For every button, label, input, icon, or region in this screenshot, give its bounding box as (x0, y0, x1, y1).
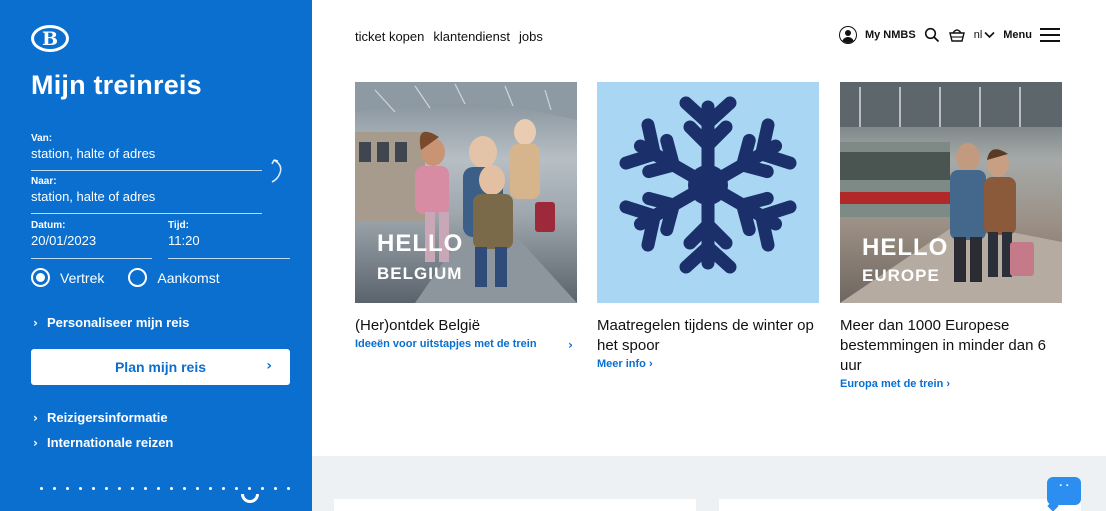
personalize-label: Personaliseer mijn reis (46, 315, 190, 330)
card-headline[interactable]: Maatregelen tijdens de winter op het spo… (597, 316, 819, 356)
decorative-dots (40, 487, 290, 490)
search-icon[interactable] (924, 27, 940, 43)
traveller-info-label: Reizigersinformatie (46, 410, 168, 425)
language-label: nl (973, 29, 983, 41)
hello-overlay: HELLO (377, 230, 464, 257)
personalize-trip-link[interactable]: › Personaliseer mijn reis (33, 315, 189, 330)
date-input[interactable]: 20/01/2023 (31, 233, 96, 248)
card-headline[interactable]: Meer dan 1000 Europese bestemmingen in m… (840, 316, 1062, 376)
departure-arrival-radios: Vertrek Aankomst (31, 268, 220, 287)
nmbs-logo[interactable]: B (31, 25, 69, 52)
chat-face-icon: ˙˙ (1057, 483, 1071, 499)
sidebar-title: Mijn treinreis (31, 70, 202, 100)
card-sub-label: Ideeën voor uitstapjes met de trein (355, 338, 537, 350)
snowflake-icon (619, 96, 797, 274)
smile-decoration-icon (241, 494, 259, 503)
date-field[interactable]: Datum: 20/01/2023 (31, 220, 96, 248)
date-label: Datum: (31, 220, 66, 231)
basket-icon[interactable] (948, 27, 966, 43)
card-headline[interactable]: (Her)ontdek België (355, 316, 577, 336)
lower-content-band (312, 456, 1106, 511)
time-input[interactable]: 11:20 (168, 233, 200, 248)
page: B Mijn treinreis Van: station, halte of … (0, 0, 1106, 511)
hello-overlay: HELLO (862, 234, 949, 261)
from-input[interactable]: station, halte of adres (31, 146, 155, 161)
chevron-down-icon (984, 31, 995, 39)
chevron-right-icon: › (33, 435, 38, 450)
utility-bar: My NMBS nl Menu (838, 26, 1060, 44)
user-account-icon[interactable] (838, 26, 857, 44)
to-underline (31, 213, 262, 214)
from-label: Van: (31, 133, 53, 144)
to-input[interactable]: station, halte of adres (31, 189, 155, 204)
traveller-info-link[interactable]: › Reizigersinformatie (33, 410, 168, 425)
hello-overlay-sub: EUROPE (862, 266, 940, 285)
time-field[interactable]: Tijd: 11:20 (168, 220, 200, 248)
plan-trip-label: Plan mijn reis (114, 359, 207, 375)
radio-arrival[interactable] (128, 268, 148, 287)
card-sub-link[interactable]: Europa met de trein › (840, 378, 1062, 391)
chevron-right-icon: › (33, 410, 38, 425)
radio-arrival-label[interactable]: Aankomst (157, 270, 219, 286)
card-winter-measures[interactable]: Maatregelen tijdens de winter op het spo… (597, 82, 819, 371)
content-tile (334, 499, 696, 511)
radio-departure[interactable] (31, 268, 50, 287)
top-navigation: ticket kopen klantendienst jobs (355, 29, 543, 44)
hello-overlay-sub: BELGIUM (377, 264, 463, 283)
my-nmbs-link[interactable]: My NMBS (865, 29, 916, 41)
international-trips-link[interactable]: › Internationale reizen (33, 435, 173, 450)
chevron-right-icon: › (266, 358, 272, 374)
nav-klantendienst[interactable]: klantendienst (433, 29, 510, 44)
content-tile (719, 499, 1081, 511)
radio-departure-label[interactable]: Vertrek (60, 270, 104, 286)
to-field[interactable]: Naar: station, halte of adres (31, 176, 155, 204)
nav-jobs[interactable]: jobs (519, 29, 543, 44)
hamburger-menu-icon[interactable] (1040, 28, 1060, 42)
language-selector[interactable]: nl (974, 29, 996, 41)
card-image-snowflake[interactable] (597, 82, 819, 303)
swap-arrow-icon (271, 159, 282, 183)
time-underline (168, 258, 290, 259)
card-image-family-train[interactable]: HELLO BELGIUM (355, 82, 577, 303)
date-underline (31, 258, 152, 259)
card-sub-link[interactable]: Ideeën voor uitstapjes met de trein › (355, 338, 577, 352)
card-image-couple-train[interactable]: HELLO EUROPE (840, 82, 1062, 303)
from-field[interactable]: Van: station, halte of adres (31, 133, 155, 161)
journey-planner-sidebar: B Mijn treinreis Van: station, halte of … (0, 0, 312, 511)
nav-ticket-kopen[interactable]: ticket kopen (355, 29, 424, 44)
swap-stations-icon[interactable] (268, 157, 288, 187)
from-underline (31, 170, 262, 171)
card-sub-link[interactable]: Meer info › (597, 358, 819, 371)
international-trips-label: Internationale reizen (46, 435, 174, 450)
chevron-right-icon: › (568, 338, 573, 352)
card-discover-belgium[interactable]: HELLO BELGIUM (Her)ontdek België Ideeën … (355, 82, 577, 352)
logo-letter: B (41, 27, 59, 50)
menu-label[interactable]: Menu (1003, 29, 1032, 41)
plan-trip-button[interactable]: Plan mijn reis › (31, 349, 290, 385)
to-label: Naar: (31, 176, 57, 187)
chat-assistant-button[interactable]: ˙˙ (1047, 477, 1081, 505)
card-europe-destinations[interactable]: HELLO EUROPE Meer dan 1000 Europese best… (840, 82, 1062, 391)
time-label: Tijd: (168, 220, 189, 231)
chevron-right-icon: › (33, 315, 38, 330)
